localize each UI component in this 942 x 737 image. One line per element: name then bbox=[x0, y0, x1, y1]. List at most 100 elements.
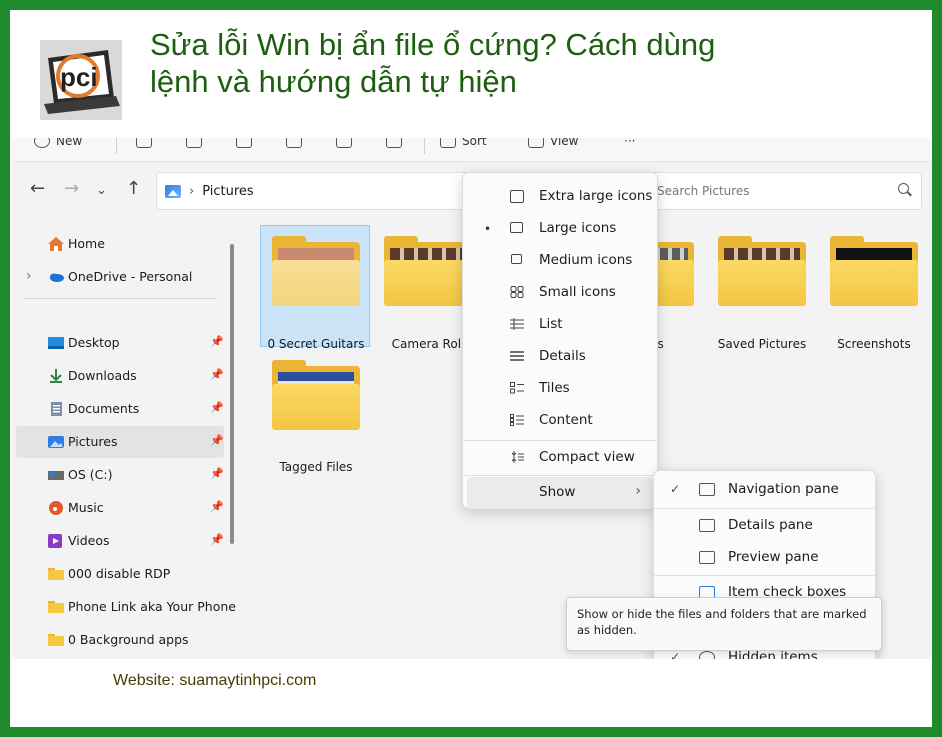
headline-line-1: Sửa lỗi Win bị ẩn file ổ cứng? Cách dùng bbox=[150, 27, 716, 62]
desktop-icon bbox=[48, 337, 64, 349]
folder-screenshots[interactable] bbox=[830, 236, 918, 306]
sidebar-item-downloads[interactable]: Downloads 📌 bbox=[16, 360, 224, 392]
view-button[interactable]: View bbox=[528, 138, 578, 148]
sidebar-item-home[interactable]: Home bbox=[16, 228, 224, 260]
sidebar-item-onedrive[interactable]: › OneDrive - Personal bbox=[16, 261, 224, 293]
menu-item-content[interactable]: Content bbox=[467, 405, 653, 437]
sidebar-item-desktop[interactable]: Desktop 📌 bbox=[16, 327, 224, 359]
address-path: Pictures bbox=[202, 183, 254, 199]
website-footer: Website: suamaytinhpci.com bbox=[113, 672, 317, 689]
folder-label: Camera Roll bbox=[391, 337, 465, 351]
copy-button[interactable] bbox=[186, 138, 202, 148]
menu-item-details[interactable]: Details bbox=[467, 341, 653, 373]
search-input[interactable]: Search Pictures bbox=[646, 172, 922, 210]
pin-icon[interactable]: 📌 bbox=[210, 434, 224, 447]
folder-camera-roll[interactable] bbox=[384, 236, 472, 306]
article-frame: pci Sửa lỗi Win bị ẩn file ổ cứng? Cách … bbox=[10, 10, 932, 727]
expand-chevron-icon[interactable]: › bbox=[26, 268, 32, 284]
folder-label: 0 Secret Guitars bbox=[267, 337, 365, 351]
menu-item-label: Small icons bbox=[539, 284, 616, 300]
pin-icon[interactable]: 📌 bbox=[210, 368, 224, 381]
pin-icon[interactable]: 📌 bbox=[210, 500, 224, 513]
large-icons-icon bbox=[510, 222, 523, 233]
menu-item-label: Tiles bbox=[539, 380, 570, 396]
address-bar[interactable]: › Pictures bbox=[156, 172, 476, 210]
menu-item-label: Compact view bbox=[539, 449, 635, 465]
video-icon bbox=[48, 534, 62, 548]
checkmark-icon: ✓ bbox=[670, 650, 681, 659]
search-icon bbox=[898, 183, 909, 194]
sidebar-item-os-drive[interactable]: OS (C:) 📌 bbox=[16, 459, 224, 491]
hidden-items-icon bbox=[699, 651, 715, 659]
up-arrow-icon[interactable]: ↑ bbox=[126, 180, 141, 198]
forward-arrow-icon[interactable]: → bbox=[64, 180, 79, 198]
paste-button[interactable] bbox=[236, 138, 252, 148]
sidebar-item-background-apps[interactable]: 0 Background apps bbox=[16, 624, 224, 656]
sort-label: Sort bbox=[462, 138, 487, 148]
folder-label: Screenshots bbox=[837, 337, 911, 351]
folder-tagged-files[interactable] bbox=[272, 360, 360, 430]
extra-large-icons-icon bbox=[510, 190, 524, 203]
menu-item-tiles[interactable]: Tiles bbox=[467, 373, 653, 405]
rename-button[interactable] bbox=[286, 138, 302, 148]
details-pane-icon bbox=[699, 519, 715, 532]
recent-chevron-icon[interactable]: ⌄ bbox=[96, 182, 107, 200]
sidebar-item-label: Videos bbox=[68, 533, 110, 548]
folder-icon bbox=[48, 634, 64, 646]
menu-item-label: List bbox=[539, 316, 563, 332]
command-bar: New Sort View ··· bbox=[12, 138, 932, 162]
pin-icon[interactable]: 📌 bbox=[210, 335, 224, 348]
menu-item-compact-view[interactable]: Compact view bbox=[467, 442, 653, 474]
view-icon bbox=[528, 138, 544, 148]
list-icon bbox=[510, 318, 524, 330]
more-button[interactable]: ··· bbox=[624, 138, 635, 148]
menu-item-show[interactable]: Show › bbox=[467, 477, 653, 509]
pin-icon[interactable]: 📌 bbox=[210, 467, 224, 480]
menu-item-small-icons[interactable]: Small icons bbox=[467, 277, 653, 309]
menu-item-extra-large-icons[interactable]: Extra large icons bbox=[467, 181, 653, 213]
menu-item-label: Large icons bbox=[539, 220, 617, 236]
sidebar-scrollbar[interactable] bbox=[230, 244, 234, 544]
sidebar-item-label: OneDrive - Personal bbox=[68, 269, 193, 284]
sidebar-item-pictures[interactable]: Pictures 📌 bbox=[16, 426, 224, 458]
folder-secret-guitars[interactable] bbox=[272, 236, 360, 306]
folder-saved-pictures[interactable] bbox=[718, 236, 806, 306]
pictures-icon bbox=[48, 436, 64, 448]
hidden-items-tooltip: Show or hide the files and folders that … bbox=[566, 597, 882, 651]
menu-item-large-icons[interactable]: • Large icons bbox=[467, 213, 653, 245]
download-icon bbox=[50, 369, 62, 383]
menu-item-navigation-pane[interactable]: ✓ Navigation pane bbox=[654, 474, 875, 506]
sidebar-item-label: Desktop bbox=[68, 335, 120, 350]
sidebar-item-phone-link[interactable]: Phone Link aka Your Phone bbox=[16, 591, 236, 623]
sort-button[interactable]: Sort bbox=[440, 138, 487, 148]
pictures-icon bbox=[165, 184, 181, 198]
article-headline: Sửa lỗi Win bị ẩn file ổ cứng? Cách dùng… bbox=[150, 26, 770, 100]
delete-button[interactable] bbox=[386, 138, 402, 148]
menu-item-details-pane[interactable]: Details pane bbox=[654, 510, 875, 542]
sidebar-item-music[interactable]: Music 📌 bbox=[16, 492, 224, 524]
details-icon bbox=[510, 351, 524, 361]
pin-icon[interactable]: 📌 bbox=[210, 533, 224, 546]
menu-item-medium-icons[interactable]: Medium icons bbox=[467, 245, 653, 277]
share-button[interactable] bbox=[336, 138, 352, 148]
sidebar-item-label: Phone Link aka Your Phone bbox=[68, 599, 236, 614]
file-explorer-screenshot: New Sort View ··· ← → ⌄ ↑ › Pictures Sea… bbox=[12, 138, 932, 659]
back-arrow-icon[interactable]: ← bbox=[30, 180, 45, 198]
view-menu: Extra large icons • Large icons Medium i… bbox=[462, 172, 658, 509]
cut-button[interactable] bbox=[136, 138, 152, 148]
navigation-pane-icon bbox=[699, 483, 715, 496]
sidebar-item-videos[interactable]: Videos 📌 bbox=[16, 525, 224, 557]
new-button[interactable]: New bbox=[34, 138, 82, 148]
headline-line-2: lệnh và hướng dẫn tự hiện bbox=[150, 64, 517, 99]
content-icon bbox=[510, 414, 524, 426]
folder-icon bbox=[48, 568, 64, 580]
sidebar-item-disable-rdp[interactable]: 000 disable RDP bbox=[16, 558, 224, 590]
share-icon bbox=[336, 138, 352, 148]
menu-item-label: Navigation pane bbox=[728, 481, 839, 497]
sidebar-item-documents[interactable]: Documents 📌 bbox=[16, 393, 224, 425]
pin-icon[interactable]: 📌 bbox=[210, 401, 224, 414]
menu-item-preview-pane[interactable]: Preview pane bbox=[654, 542, 875, 574]
search-placeholder: Search Pictures bbox=[657, 184, 750, 198]
trash-icon bbox=[386, 138, 402, 148]
menu-item-list[interactable]: List bbox=[467, 309, 653, 341]
